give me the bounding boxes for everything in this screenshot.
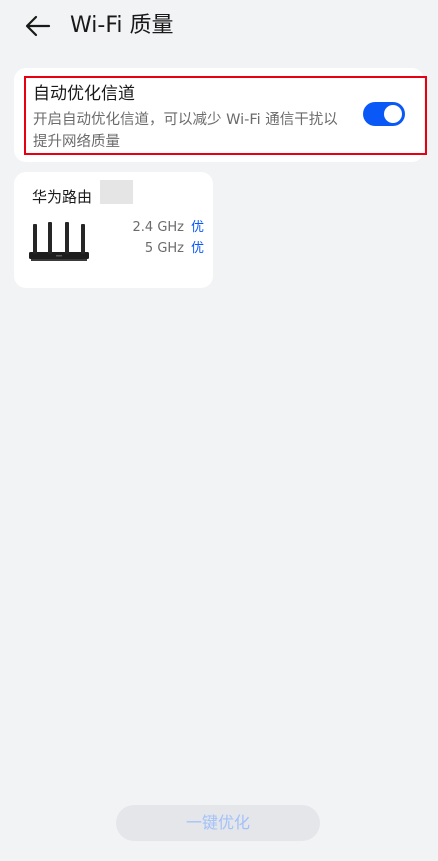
router-image [29, 222, 89, 261]
auto-channel-toggle[interactable] [363, 102, 405, 126]
arrow-left-icon [25, 15, 51, 37]
band-quality: 优 [190, 241, 204, 256]
band-name: 5 GHz [144, 241, 184, 256]
router-name-redacted [100, 180, 133, 204]
auto-channel-description: 开启自动优化信道，可以减少 Wi-Fi 通信干扰以提升网络质量 [33, 112, 338, 150]
header-bar: Wi-Fi 质量 [0, 0, 438, 56]
band-row-2-4ghz: 2.4 GHz 优 [110, 218, 206, 238]
band-row-5ghz: 5 GHz 优 [110, 239, 206, 259]
auto-channel-title: 自动优化信道 [33, 84, 135, 104]
one-click-optimize-button[interactable]: 一键优化 [116, 805, 320, 841]
band-name: 2.4 GHz [132, 220, 184, 235]
page-title: Wi-Fi 质量 [70, 13, 174, 38]
band-quality: 优 [190, 220, 204, 235]
router-name: 华为路由 [32, 188, 93, 206]
back-button[interactable] [22, 10, 54, 42]
toggle-knob [384, 105, 402, 123]
